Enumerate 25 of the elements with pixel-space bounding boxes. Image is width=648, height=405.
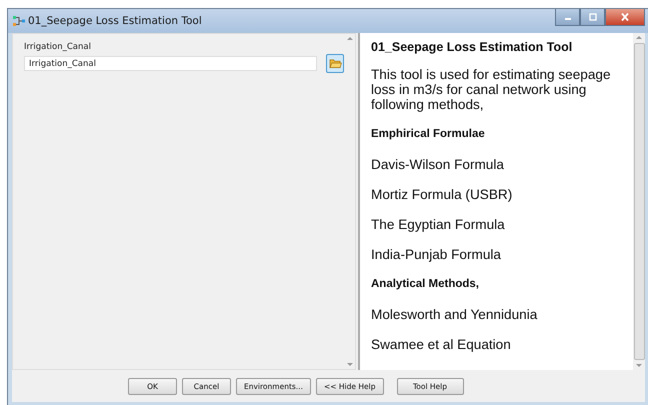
scroll-down-icon — [636, 364, 642, 367]
scroll-up-icon — [636, 36, 642, 39]
help-text: Davis-Wilson Formula — [371, 157, 505, 172]
browse-button[interactable] — [326, 54, 344, 73]
maximize-icon — [588, 13, 598, 21]
help-text: India-Punjab Formula — [371, 247, 502, 262]
help-text: Mortiz Formula (USBR) — [371, 187, 514, 202]
help-text: The Egyptian Formula — [371, 217, 506, 232]
input-field[interactable]: Irrigation_Canal — [24, 56, 317, 71]
folder-icon — [328, 58, 342, 69]
maximize-button[interactable] — [580, 9, 605, 26]
help-heading: Analytical Methods, — [371, 277, 480, 292]
scroll-up-icon — [347, 37, 353, 40]
minimize-button[interactable] — [555, 9, 580, 26]
scroll-down-icon — [347, 363, 353, 366]
help-text: Swamee et al Equation — [371, 337, 512, 352]
parameter-label: Irrigation_Canal — [24, 42, 92, 52]
close-icon — [620, 13, 630, 21]
help-heading: Emphirical Formulae — [371, 127, 486, 142]
window-title: 01_Seepage Loss Estimation Tool — [28, 15, 203, 27]
help-text: This tool is used for estimating seepage loss in m3/s for canal network using following methods, — [371, 67, 612, 112]
help-text: Molesworth and Yennidunia — [371, 307, 538, 322]
help-title: 01_Seepage Loss Estimation Tool — [371, 40, 574, 54]
close-button[interactable] — [605, 9, 645, 26]
model-icon — [12, 15, 26, 27]
